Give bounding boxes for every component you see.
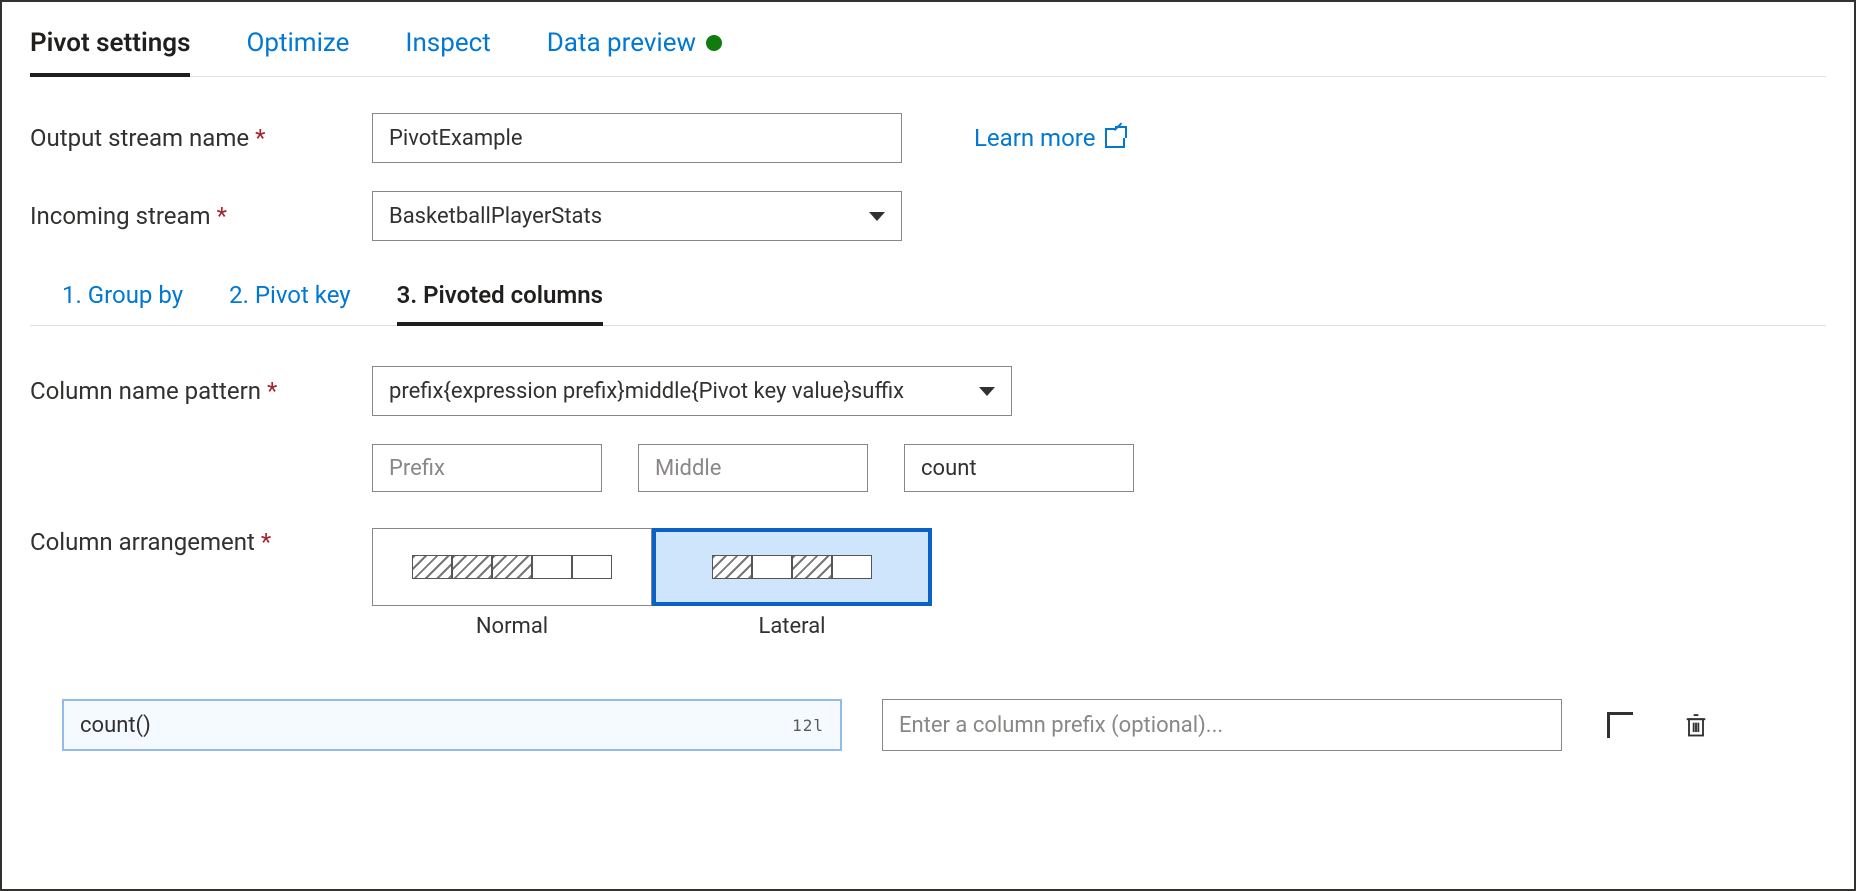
expression-type-badge: 12l xyxy=(792,716,824,735)
required-asterisk: * xyxy=(217,202,227,230)
column-prefix-input[interactable]: Enter a column prefix (optional)... xyxy=(882,699,1562,751)
tab-inspect[interactable]: Inspect xyxy=(405,22,490,76)
subtab-pivot-key[interactable]: 2. Pivot key xyxy=(229,269,351,325)
tab-label: Optimize xyxy=(246,28,349,58)
arrangement-option-normal[interactable] xyxy=(372,528,652,606)
incoming-stream-dropdown[interactable]: BasketballPlayerStats xyxy=(372,191,902,241)
delete-button[interactable] xyxy=(1678,707,1714,743)
arrangement-label-lateral: Lateral xyxy=(758,614,825,639)
chevron-down-icon xyxy=(869,212,885,221)
dropdown-value: prefix{expression prefix}middle{Pivot ke… xyxy=(389,379,904,404)
row-output-stream: Output stream name* Learn more xyxy=(30,113,1826,163)
label-column-name-pattern: Column name pattern* xyxy=(30,377,340,405)
tab-label: Data preview xyxy=(547,28,696,58)
middle-input[interactable] xyxy=(638,444,868,492)
tab-label: Inspect xyxy=(405,28,490,58)
label-incoming-stream: Incoming stream* xyxy=(30,202,340,230)
expression-input[interactable]: count() 12l xyxy=(62,699,842,751)
placeholder-text: Enter a column prefix (optional)... xyxy=(899,713,1223,738)
required-asterisk: * xyxy=(255,124,265,152)
top-tabs: Pivot settings Optimize Inspect Data pre… xyxy=(30,22,1826,77)
label-text: Output stream name xyxy=(30,124,249,152)
tab-pivot-settings[interactable]: Pivot settings xyxy=(30,22,190,76)
arrangement-option-normal-wrap: Normal xyxy=(372,528,652,639)
label-text: Incoming stream xyxy=(30,202,211,230)
prefix-input[interactable] xyxy=(372,444,602,492)
arrangement-label-normal: Normal xyxy=(476,614,548,639)
suffix-input[interactable] xyxy=(904,444,1134,492)
pattern-part-inputs xyxy=(372,444,1826,492)
row-column-name-pattern: Column name pattern* prefix{expression p… xyxy=(30,366,1826,416)
plus-icon xyxy=(1607,712,1633,738)
tab-optimize[interactable]: Optimize xyxy=(246,22,349,76)
subtab-pivoted-columns[interactable]: 3. Pivoted columns xyxy=(397,269,603,325)
output-stream-input[interactable] xyxy=(372,113,902,163)
lateral-preview-icon xyxy=(712,555,872,579)
row-column-arrangement: Column arrangement* Normal Lateral xyxy=(30,528,1826,639)
arrangement-options: Normal Lateral xyxy=(372,528,932,639)
arrangement-option-lateral-wrap: Lateral xyxy=(652,528,932,639)
pivot-settings-panel: Pivot settings Optimize Inspect Data pre… xyxy=(0,0,1856,891)
expression-row: count() 12l Enter a column prefix (optio… xyxy=(30,699,1826,751)
row-incoming-stream: Incoming stream* BasketballPlayerStats xyxy=(30,191,1826,241)
subtab-label: 1. Group by xyxy=(62,281,183,309)
add-button[interactable] xyxy=(1602,707,1638,743)
label-output-stream: Output stream name* xyxy=(30,124,340,152)
label-text: Column name pattern xyxy=(30,377,261,405)
column-name-pattern-dropdown[interactable]: prefix{expression prefix}middle{Pivot ke… xyxy=(372,366,1012,416)
tab-data-preview[interactable]: Data preview xyxy=(547,22,722,76)
chevron-down-icon xyxy=(979,387,995,396)
status-dot-icon xyxy=(706,35,722,51)
normal-preview-icon xyxy=(412,555,612,579)
subtab-label: 3. Pivoted columns xyxy=(397,281,603,309)
learn-more-link[interactable]: Learn more xyxy=(974,124,1125,152)
sub-tabs: 1. Group by 2. Pivot key 3. Pivoted colu… xyxy=(30,269,1826,326)
subtab-group-by[interactable]: 1. Group by xyxy=(62,269,183,325)
external-link-icon xyxy=(1105,128,1125,148)
required-asterisk: * xyxy=(261,528,271,556)
dropdown-value: BasketballPlayerStats xyxy=(389,204,602,229)
label-text: Column arrangement xyxy=(30,528,255,556)
trash-icon xyxy=(1682,711,1710,739)
expression-value: count() xyxy=(80,713,151,738)
label-column-arrangement: Column arrangement* xyxy=(30,528,340,556)
tab-label: Pivot settings xyxy=(30,28,190,58)
subtab-label: 2. Pivot key xyxy=(229,281,351,309)
learn-more-text: Learn more xyxy=(974,124,1095,152)
required-asterisk: * xyxy=(267,377,277,405)
arrangement-option-lateral[interactable] xyxy=(652,528,932,606)
